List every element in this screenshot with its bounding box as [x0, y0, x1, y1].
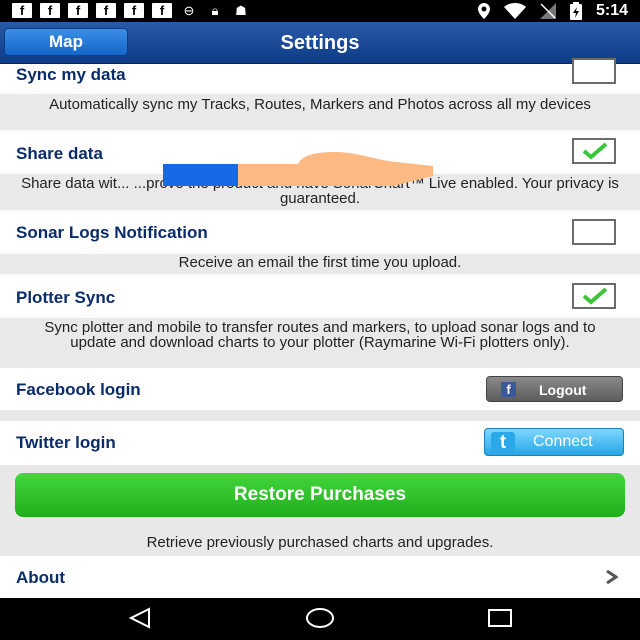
back-icon[interactable]: [128, 607, 152, 629]
recents-icon[interactable]: [487, 607, 513, 629]
twitter-login-label: Twitter login: [16, 433, 116, 452]
setting-row-plotter-sync[interactable]: Plotter Sync: [0, 274, 640, 318]
setting-label: Plotter Sync: [16, 288, 116, 307]
plotter-sync-checkbox[interactable]: [572, 283, 616, 309]
facebook-button-label: Logout: [539, 382, 587, 398]
setting-label: Sync my data: [16, 65, 126, 84]
signal-icon: [539, 3, 556, 19]
chevron-right-icon: [606, 570, 618, 584]
setting-label: Share data: [16, 144, 103, 163]
twitter-button-label: Connect: [533, 433, 593, 450]
redaction-block: [163, 164, 239, 186]
twitter-icon: t: [491, 432, 515, 453]
battery-icon: [569, 2, 582, 20]
location-icon: [477, 3, 490, 19]
title-bar: Settings Map: [0, 22, 640, 64]
facebook-logout-button[interactable]: f Logout: [486, 376, 623, 402]
checkmark-icon: [582, 142, 608, 160]
restore-description: Retrieve previously purchased charts and…: [146, 534, 494, 551]
facebook-notification-icon: f: [152, 3, 172, 18]
clock: 5:14: [595, 2, 628, 19]
setting-row-sonar-logs[interactable]: Sonar Logs Notification: [0, 210, 640, 254]
facebook-login-row: Facebook login f Logout: [0, 368, 640, 410]
thumb-redaction: [238, 152, 433, 186]
twitter-login-row: Twitter login t Connect: [0, 421, 640, 465]
sync-checkbox[interactable]: [572, 58, 616, 84]
setting-label: Sonar Logs Notification: [16, 223, 208, 242]
map-back-button[interactable]: Map: [4, 28, 128, 56]
facebook-notification-icon: f: [40, 3, 60, 18]
setting-description: Automatically sync my Tracks, Routes, Ma…: [0, 94, 640, 130]
status-bar: f f f f f f ⊖ 🔒︎ ☗ 5:14: [0, 0, 640, 22]
share-checkbox[interactable]: [572, 138, 616, 164]
setting-row-sync[interactable]: Sync my data: [0, 58, 640, 94]
sonar-logs-checkbox[interactable]: [572, 219, 616, 245]
about-row[interactable]: About: [0, 556, 640, 598]
navigation-bar: [0, 598, 640, 640]
system-icons: 5:14: [477, 2, 628, 20]
wifi-icon: [503, 3, 526, 19]
checkmark-icon: [582, 287, 608, 305]
android-icon: ☗: [235, 3, 247, 18]
facebook-notification-icon: f: [96, 3, 116, 18]
setting-description: Receive an email the first time you uplo…: [0, 254, 640, 274]
about-label: About: [16, 568, 66, 587]
lock-icon: 🔒︎: [211, 3, 219, 18]
setting-description: Sync plotter and mobile to transfer rout…: [0, 318, 640, 368]
sync-icon: ⊖: [183, 3, 195, 18]
facebook-login-label: Facebook login: [16, 380, 141, 399]
facebook-icon: f: [501, 382, 516, 397]
twitter-connect-button[interactable]: t Connect: [484, 428, 624, 456]
home-icon[interactable]: [305, 607, 335, 629]
restore-purchases-button[interactable]: Restore Purchases: [15, 473, 625, 517]
notification-icons: f f f f f f ⊖ 🔒︎ ☗: [12, 3, 250, 18]
facebook-notification-icon: f: [68, 3, 88, 18]
facebook-notification-icon: f: [124, 3, 144, 18]
facebook-notification-icon: f: [12, 3, 32, 18]
